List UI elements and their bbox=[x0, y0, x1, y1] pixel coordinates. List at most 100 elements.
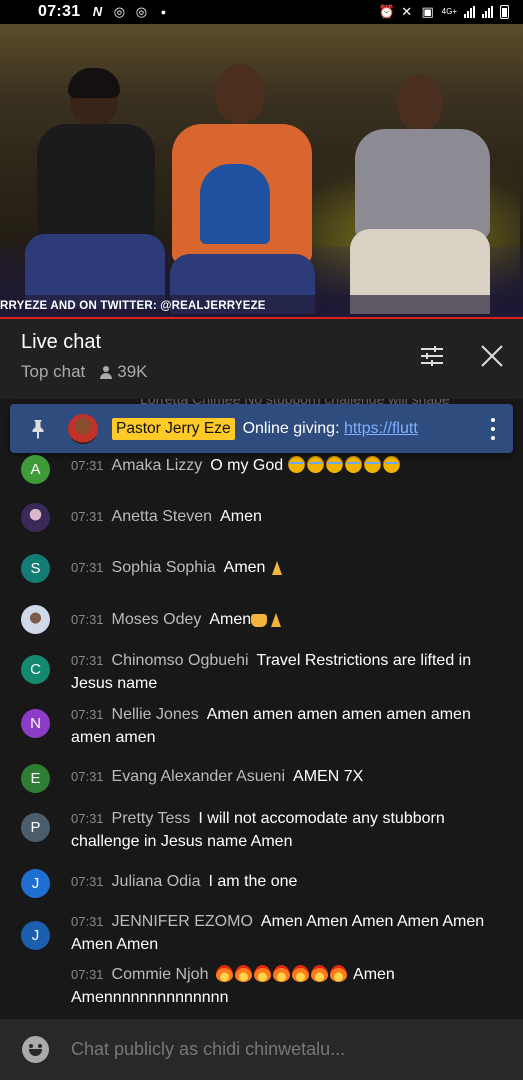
pinned-message[interactable]: Pastor Jerry Eze Online giving: https://… bbox=[10, 404, 513, 453]
pinned-text: Online giving: https://flutt bbox=[243, 420, 433, 438]
emoji-picker-icon[interactable] bbox=[22, 1036, 49, 1063]
avatar-letter: C bbox=[30, 661, 41, 678]
message-body: 07:31 Anetta Steven Amen bbox=[71, 505, 511, 528]
message-author[interactable]: JENNIFER EZOMO bbox=[112, 913, 253, 930]
avatar: J bbox=[21, 869, 50, 898]
message-time: 07:31 bbox=[71, 653, 104, 668]
chat-message-list[interactable]: A 07:31 Amaka Lizzy O my God 07:31 Anetta S… bbox=[0, 453, 523, 1013]
crying-emoji-icon bbox=[344, 456, 362, 473]
dot-icon: ● bbox=[160, 7, 167, 17]
sliders-icon bbox=[421, 346, 443, 366]
instagram-icon: ◎ bbox=[113, 4, 126, 19]
message-body: 07:31 Amaka Lizzy O my God bbox=[71, 454, 511, 477]
message-body: 07:31 JENNIFER EZOMO Amen Amen Amen Amen A… bbox=[71, 910, 511, 956]
avatar: N bbox=[21, 709, 50, 738]
message-text: Amen bbox=[223, 559, 266, 576]
battery-icon bbox=[500, 5, 509, 19]
signal-icon bbox=[464, 6, 475, 18]
n-icon: N bbox=[92, 4, 103, 19]
message-body: 07:31 Nellie Jones Amen amen amen amen ame… bbox=[71, 703, 511, 749]
avatar bbox=[21, 503, 50, 532]
message-emojis bbox=[287, 456, 402, 474]
praying-hands-icon bbox=[269, 613, 283, 627]
raised-hands-icon bbox=[251, 614, 268, 627]
chat-input-bar: Chat publicly as chidi chinwetalu... bbox=[0, 1019, 523, 1080]
viewer-count: 39K bbox=[99, 362, 148, 382]
pinned-link[interactable]: https://flutt bbox=[344, 420, 418, 437]
video-ticker: RRYEZE AND ON TWITTER: @REALJERRYEZE bbox=[0, 295, 523, 317]
instagram-icon: ◎ bbox=[135, 4, 148, 19]
avatar bbox=[68, 413, 98, 444]
avatar-letter: P bbox=[30, 819, 41, 836]
message-text: Amen bbox=[220, 508, 262, 525]
message-author[interactable]: Chinomso Ogbuehi bbox=[112, 652, 249, 669]
avatar: P bbox=[21, 813, 50, 842]
video-player[interactable]: RRYEZE AND ON TWITTER: @REALJERRYEZE bbox=[0, 24, 523, 317]
ticker-text: RRYEZE AND ON TWITTER: @REALJERRYEZE bbox=[0, 300, 266, 312]
message-body: 07:31 Juliana Odia I am the one bbox=[71, 870, 511, 893]
message-body: 07:31 Evang Alexander Asueni AMEN 7X bbox=[71, 765, 511, 788]
avatar-letter: S bbox=[30, 560, 41, 577]
message-time: 07:31 bbox=[71, 874, 104, 889]
avatar-letter: A bbox=[30, 461, 41, 478]
praying-hands-icon bbox=[270, 561, 284, 575]
status-bar: 07:31 N ◎ ◎ ● ⏰ ✕ ▣ 4G+ bbox=[0, 0, 523, 24]
message-author[interactable]: Anetta Steven bbox=[112, 508, 213, 525]
chat-mode-selector[interactable]: Top chat 39K bbox=[21, 362, 148, 382]
avatar: E bbox=[21, 764, 50, 793]
chat-title: Live chat bbox=[21, 331, 102, 353]
message-time: 07:31 bbox=[71, 769, 104, 784]
message-text: Amen bbox=[209, 611, 252, 628]
video-person-right bbox=[345, 74, 495, 314]
fire-emoji-icon bbox=[235, 965, 253, 982]
dot-icon bbox=[491, 427, 495, 431]
dot-icon bbox=[491, 436, 495, 440]
crying-emoji-icon bbox=[306, 456, 324, 473]
lock-icon: ▣ bbox=[421, 4, 434, 19]
pinned-author-badge: Pastor Jerry Eze bbox=[112, 417, 235, 440]
fire-emoji-icon bbox=[311, 965, 329, 982]
fire-emoji-icon bbox=[330, 965, 348, 982]
message-body: 07:31 Pretty Tess I will not accomodate an… bbox=[71, 807, 511, 853]
message-time: 07:31 bbox=[71, 914, 104, 929]
fire-emoji-icon bbox=[273, 965, 291, 982]
message-author[interactable]: Nellie Jones bbox=[112, 706, 199, 723]
fire-emoji-icon bbox=[216, 965, 234, 982]
message-author[interactable]: Sophia Sophia bbox=[112, 559, 216, 576]
avatar-letter: J bbox=[31, 875, 40, 892]
avatar bbox=[21, 605, 50, 634]
alarm-icon: ⏰ bbox=[378, 4, 395, 19]
signal-icon bbox=[482, 6, 493, 18]
message-author[interactable]: Amaka Lizzy bbox=[112, 457, 203, 474]
notification-icons: N ◎ ◎ ● bbox=[90, 5, 170, 19]
4g-icon: 4G+ bbox=[441, 7, 457, 16]
status-time: 07:31 bbox=[38, 3, 81, 20]
chat-filter-button[interactable] bbox=[417, 341, 447, 371]
message-text: AMEN 7X bbox=[293, 768, 364, 785]
close-chat-button[interactable] bbox=[477, 341, 507, 371]
crying-emoji-icon bbox=[382, 456, 400, 473]
avatar: J bbox=[21, 921, 50, 950]
video-person-center bbox=[170, 64, 315, 314]
message-author[interactable]: Evang Alexander Asueni bbox=[112, 768, 285, 785]
message-time: 07:31 bbox=[71, 707, 104, 722]
message-author[interactable]: Commie Njoh bbox=[112, 966, 209, 983]
message-time: 07:31 bbox=[71, 509, 104, 524]
message-body: 07:31 Sophia Sophia Amen bbox=[71, 556, 511, 579]
chat-mode-label[interactable]: Top chat bbox=[21, 362, 85, 382]
message-time: 07:31 bbox=[71, 458, 104, 473]
message-time: 07:31 bbox=[71, 612, 104, 627]
message-author[interactable]: Pretty Tess bbox=[112, 810, 191, 827]
message-author[interactable]: Moses Odey bbox=[112, 611, 202, 628]
viewer-count-value: 39K bbox=[117, 362, 148, 381]
message-author[interactable]: Juliana Odia bbox=[112, 873, 201, 890]
crying-emoji-icon bbox=[325, 456, 343, 473]
chat-header: Live chat Top chat 39K bbox=[0, 319, 523, 399]
avatar: A bbox=[21, 455, 50, 484]
pin-icon bbox=[32, 419, 44, 439]
message-time: 07:31 bbox=[71, 967, 104, 982]
chat-input[interactable]: Chat publicly as chidi chinwetalu... bbox=[71, 1039, 345, 1060]
more-options-button[interactable] bbox=[491, 418, 497, 440]
message-time: 07:31 bbox=[71, 811, 104, 826]
message-emojis bbox=[216, 965, 349, 983]
